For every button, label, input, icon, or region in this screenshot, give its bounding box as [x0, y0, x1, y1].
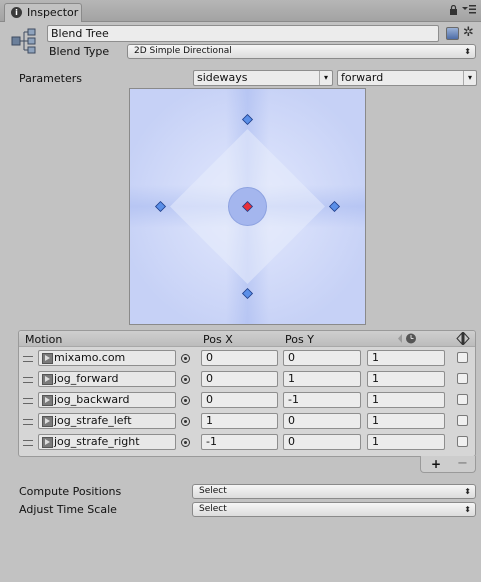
pos-y-field[interactable]: -1	[283, 392, 361, 408]
pos-x-field[interactable]: 0	[201, 371, 278, 387]
speed-field[interactable]: 1	[367, 371, 445, 387]
object-picker-icon[interactable]	[181, 354, 190, 363]
motion-name: jog_backward	[54, 393, 130, 406]
list-item: jog_forward 0 1 1	[19, 370, 475, 390]
drag-handle[interactable]	[23, 377, 33, 383]
blend-type-label: Blend Type	[49, 45, 110, 58]
motion-field[interactable]: jog_forward	[38, 371, 176, 387]
motion-header: Motion	[25, 333, 63, 346]
motion-field[interactable]: jog_strafe_right	[38, 434, 176, 450]
pos-x-header: Pos X	[203, 333, 233, 346]
blend-plot[interactable]	[129, 88, 366, 325]
object-picker-icon[interactable]	[181, 396, 190, 405]
list-item: jog_backward 0 -1 1	[19, 391, 475, 411]
motion-field[interactable]: jog_backward	[38, 392, 176, 408]
y-parameter-dropdown[interactable]: forward ▾	[337, 70, 477, 86]
object-picker-icon[interactable]	[181, 375, 190, 384]
blend-tree-icon	[10, 27, 38, 55]
motion-name: jog_forward	[54, 372, 119, 385]
chevron-down-icon: ▾	[319, 71, 332, 85]
updown-arrow-icon: ⬍	[464, 505, 471, 514]
blend-type-value: 2D Simple Directional	[134, 46, 232, 56]
gear-icon[interactable]: ✲	[463, 26, 474, 39]
object-picker-icon[interactable]	[181, 417, 190, 426]
motion-name: jog_strafe_right	[54, 435, 140, 448]
help-book-icon[interactable]	[446, 27, 459, 40]
animation-clip-icon	[42, 353, 53, 364]
parameters-label: Parameters	[19, 72, 82, 85]
y-parameter-value: forward	[341, 71, 384, 84]
compute-positions-dropdown[interactable]: Select ⬍	[192, 484, 476, 499]
speed-field[interactable]: 1	[367, 392, 445, 408]
mirror-checkbox[interactable]	[457, 436, 468, 447]
pos-x-field[interactable]: -1	[201, 434, 278, 450]
inspector-tab[interactable]: i Inspector	[4, 3, 82, 22]
info-icon: i	[11, 7, 22, 18]
adjust-time-scale-dropdown[interactable]: Select ⬍	[192, 502, 476, 517]
motion-name: jog_strafe_left	[54, 414, 132, 427]
pos-y-field[interactable]: 0	[283, 434, 361, 450]
blend-tree-name-input[interactable]: Blend Tree	[47, 25, 439, 42]
compute-positions-label: Compute Positions	[19, 485, 122, 498]
speed-clock-icon	[397, 332, 419, 348]
list-item: jog_strafe_right -1 0 1	[19, 433, 475, 453]
animation-clip-icon	[42, 437, 53, 448]
drag-handle[interactable]	[23, 398, 33, 404]
mirror-checkbox[interactable]	[457, 373, 468, 384]
tab-menu-icon[interactable]	[462, 4, 476, 17]
speed-field[interactable]: 1	[367, 350, 445, 366]
lock-icon[interactable]	[449, 4, 458, 18]
motion-field[interactable]: jog_strafe_left	[38, 413, 176, 429]
mirror-checkbox[interactable]	[457, 394, 468, 405]
mirror-checkbox[interactable]	[457, 352, 468, 363]
motion-list: Motion Pos X Pos Y mixamo.com 0 0 1 jog_…	[18, 330, 476, 457]
inspector-tab-bar: i Inspector	[0, 0, 481, 22]
speed-field[interactable]: 1	[367, 434, 445, 450]
mirror-icon	[456, 331, 470, 348]
list-footer: + −	[420, 456, 476, 473]
animation-clip-icon	[42, 416, 53, 427]
pos-x-field[interactable]: 0	[201, 392, 278, 408]
pos-x-field[interactable]: 0	[201, 350, 278, 366]
drag-handle[interactable]	[23, 356, 33, 362]
motion-field[interactable]: mixamo.com	[38, 350, 176, 366]
mirror-checkbox[interactable]	[457, 415, 468, 426]
tab-title: Inspector	[27, 6, 79, 19]
pos-x-field[interactable]: 1	[201, 413, 278, 429]
adjust-time-scale-label: Adjust Time Scale	[19, 503, 117, 516]
x-parameter-dropdown[interactable]: sideways ▾	[193, 70, 333, 86]
list-item: jog_strafe_left 1 0 1	[19, 412, 475, 432]
drag-handle[interactable]	[23, 440, 33, 446]
motion-name: mixamo.com	[54, 351, 126, 364]
remove-motion-button[interactable]: −	[457, 456, 468, 471]
updown-arrow-icon: ⬍	[464, 487, 471, 496]
speed-field[interactable]: 1	[367, 413, 445, 429]
blend-type-dropdown[interactable]: 2D Simple Directional ⬍	[127, 44, 476, 59]
animation-clip-icon	[42, 395, 53, 406]
chevron-down-icon: ▾	[463, 71, 476, 85]
pos-y-field[interactable]: 0	[283, 413, 361, 429]
drag-handle[interactable]	[23, 419, 33, 425]
pos-y-field[interactable]: 0	[283, 350, 361, 366]
pos-y-header: Pos Y	[285, 333, 314, 346]
motion-list-header: Motion Pos X Pos Y	[19, 331, 475, 347]
object-picker-icon[interactable]	[181, 438, 190, 447]
compute-positions-value: Select	[199, 486, 227, 496]
pos-y-field[interactable]: 1	[283, 371, 361, 387]
x-parameter-value: sideways	[197, 71, 248, 84]
add-motion-button[interactable]: +	[431, 457, 441, 471]
animation-clip-icon	[42, 374, 53, 385]
updown-arrow-icon: ⬍	[464, 47, 471, 56]
adjust-time-scale-value: Select	[199, 504, 227, 514]
list-item: mixamo.com 0 0 1	[19, 349, 475, 369]
